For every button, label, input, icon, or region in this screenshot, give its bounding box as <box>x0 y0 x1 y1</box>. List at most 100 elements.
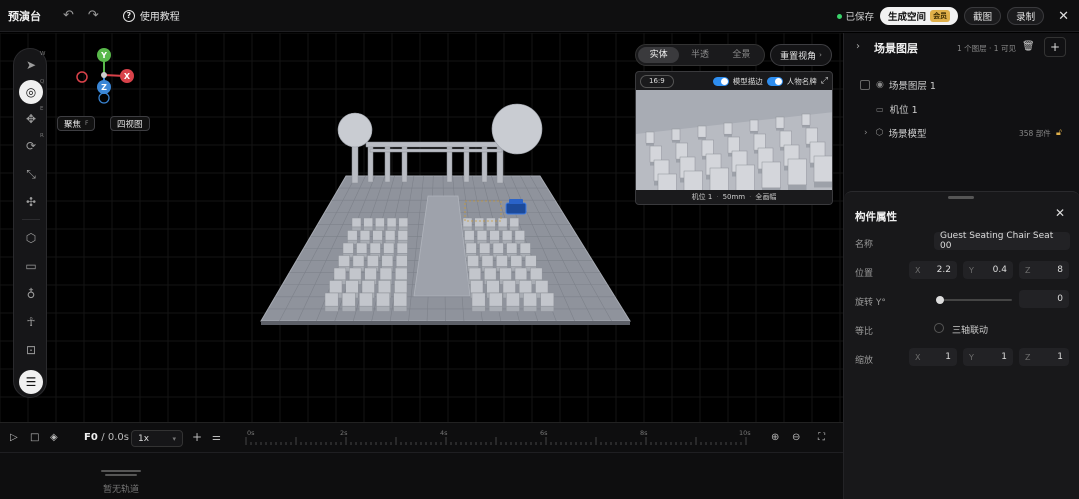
guest-chair[interactable] <box>347 230 358 245</box>
guest-chair[interactable] <box>341 292 356 312</box>
tick-0: 0s <box>247 429 255 437</box>
guest-chair[interactable] <box>375 217 385 231</box>
rotation-label: 旋转 Y° <box>855 298 886 308</box>
guest-chair[interactable] <box>324 292 339 312</box>
guest-chair[interactable] <box>464 230 475 245</box>
guest-chair[interactable] <box>393 292 408 312</box>
3d-viewport[interactable]: Y X Z 聚焦 F 四视图 实体 半透 全景 重置视角 › 16:9 模型描边… <box>0 33 843 422</box>
guest-chair[interactable] <box>359 230 371 245</box>
scale-z-input[interactable]: Z1 <box>1019 348 1069 366</box>
guest-chair[interactable] <box>471 292 486 312</box>
camera-preview[interactable]: 16:9 模型描边 人物名牌 ⤢ 机位 1 · 50mm · 全画幅 <box>635 71 833 205</box>
expand-icon[interactable]: ⤢ <box>821 76 828 86</box>
drag-handle[interactable] <box>948 196 974 199</box>
guest-chair[interactable] <box>397 230 408 245</box>
keyframe-icon[interactable]: ◈ <box>50 432 58 443</box>
position-y-input[interactable]: Y 0.4 <box>963 261 1013 279</box>
guest-chair[interactable] <box>523 292 537 312</box>
model-row[interactable]: › ⬡ 场景模型 358 部件 🔓︎ <box>844 124 1079 142</box>
collapse-chevron-icon[interactable]: › <box>856 41 860 52</box>
add-layer-button[interactable]: + <box>1044 37 1066 57</box>
position-x-input[interactable]: X 2.2 <box>909 261 957 279</box>
guest-chair[interactable] <box>386 217 397 231</box>
generate-space-button[interactable]: 生成空间 会员 <box>880 7 959 25</box>
close-icon[interactable]: ✕ <box>1058 9 1069 24</box>
preview-chair <box>813 155 832 188</box>
reset-view-button[interactable]: 重置视角 › <box>770 44 832 66</box>
aspect-ratio-select[interactable]: 16:9 <box>640 74 674 88</box>
play-icon[interactable]: ▷ <box>10 432 18 443</box>
fit-view-icon[interactable]: ⛶ <box>818 432 825 443</box>
guest-chair[interactable] <box>376 292 390 312</box>
close-properties-icon[interactable]: ✕ <box>1055 206 1065 220</box>
person-tool-icon[interactable]: ☥ <box>19 310 43 334</box>
guest-chair[interactable] <box>502 230 513 245</box>
asset-library-icon[interactable]: ☰ <box>19 370 43 394</box>
playback-speed-select[interactable]: 1x ▾ <box>131 430 183 447</box>
view-mode-translucent[interactable]: 半透 <box>679 47 720 63</box>
save-status: 已保存 <box>836 9 874 23</box>
track-settings-icon[interactable]: ⚌ <box>212 432 221 443</box>
person-tag-toggle[interactable] <box>766 76 783 86</box>
selected-chair[interactable] <box>505 199 527 215</box>
redo-icon[interactable]: ↷ <box>88 8 99 23</box>
lock-icon[interactable]: 🔓︎ <box>1056 128 1062 138</box>
guest-chair[interactable] <box>489 230 500 245</box>
axis-gizmo[interactable]: Y X Z <box>70 45 140 105</box>
guest-chair[interactable] <box>474 217 484 231</box>
scale-x-input[interactable]: X1 <box>909 348 957 366</box>
layer-checkbox[interactable] <box>860 80 870 90</box>
camera-tool-icon[interactable]: ▭ <box>19 254 43 278</box>
screenshot-button[interactable]: 截图 <box>964 7 1002 25</box>
guest-chair[interactable] <box>351 217 362 231</box>
position-z-input[interactable]: Z8 <box>1019 261 1069 279</box>
guest-chair[interactable] <box>488 292 503 312</box>
tutorial-button[interactable]: ? 使用教程 <box>122 8 180 23</box>
model-outline-toggle[interactable] <box>712 76 729 86</box>
record-button[interactable]: 录制 <box>1007 7 1045 25</box>
tick-8: 8s <box>640 429 648 437</box>
guest-chair[interactable] <box>372 230 383 245</box>
guest-chair[interactable] <box>398 217 409 231</box>
pan-tool-icon[interactable]: ✣ <box>19 190 43 214</box>
stop-icon[interactable]: □ <box>30 432 39 443</box>
guest-chair[interactable] <box>385 230 396 245</box>
import-tool-icon[interactable]: ⊡ <box>19 338 43 362</box>
rotation-slider-knob[interactable] <box>936 296 944 304</box>
guest-chair[interactable] <box>476 230 488 245</box>
rotation-input[interactable]: 0 <box>1019 290 1069 308</box>
focus-button[interactable]: 聚焦 F <box>57 116 96 131</box>
camera-row[interactable]: ▭ 机位 1 <box>844 100 1079 118</box>
chevron-right-icon: › <box>819 51 822 59</box>
expand-chevron-icon[interactable]: › <box>864 128 868 138</box>
light-tool-icon[interactable]: ♁ <box>19 282 43 306</box>
gizmo-y-label: Y <box>100 51 107 60</box>
eye-icon[interactable]: ◉ <box>876 80 884 90</box>
view-mode-panorama[interactable]: 全景 <box>721 47 762 63</box>
scale-tool-icon[interactable]: ⤡ <box>19 162 43 186</box>
cube-tool-icon[interactable]: ⬡ <box>19 226 43 250</box>
layer-row[interactable]: ◉ 场景图层 1 <box>844 76 1079 94</box>
uniform-checkbox[interactable] <box>934 323 944 333</box>
zoom-out-icon[interactable]: ⊖ <box>792 432 800 443</box>
four-view-button[interactable]: 四视图 <box>110 116 150 131</box>
guest-chair[interactable] <box>462 217 473 231</box>
guest-chair[interactable] <box>540 292 555 312</box>
guest-chair[interactable] <box>363 217 373 231</box>
view-mode-solid[interactable]: 实体 <box>638 47 680 63</box>
zoom-in-icon[interactable]: ⊕ <box>771 432 779 443</box>
guest-chair[interactable] <box>514 230 525 245</box>
guest-chair[interactable] <box>359 292 373 312</box>
undo-icon[interactable]: ↶ <box>63 8 74 23</box>
saved-dot-icon <box>836 13 842 19</box>
scale-y-input[interactable]: Y1 <box>963 348 1013 366</box>
add-track-icon[interactable]: + <box>192 430 202 444</box>
guest-chair[interactable] <box>497 217 508 231</box>
rotation-slider[interactable] <box>936 296 1012 304</box>
guest-chair[interactable] <box>509 217 520 231</box>
name-input[interactable]: Guest Seating Chair Seat 00 <box>934 231 1070 251</box>
guest-chair[interactable] <box>506 292 520 312</box>
delete-icon[interactable]: 🗑 <box>1022 41 1035 52</box>
guest-chair[interactable] <box>486 217 496 231</box>
time-ruler[interactable] <box>240 423 755 453</box>
